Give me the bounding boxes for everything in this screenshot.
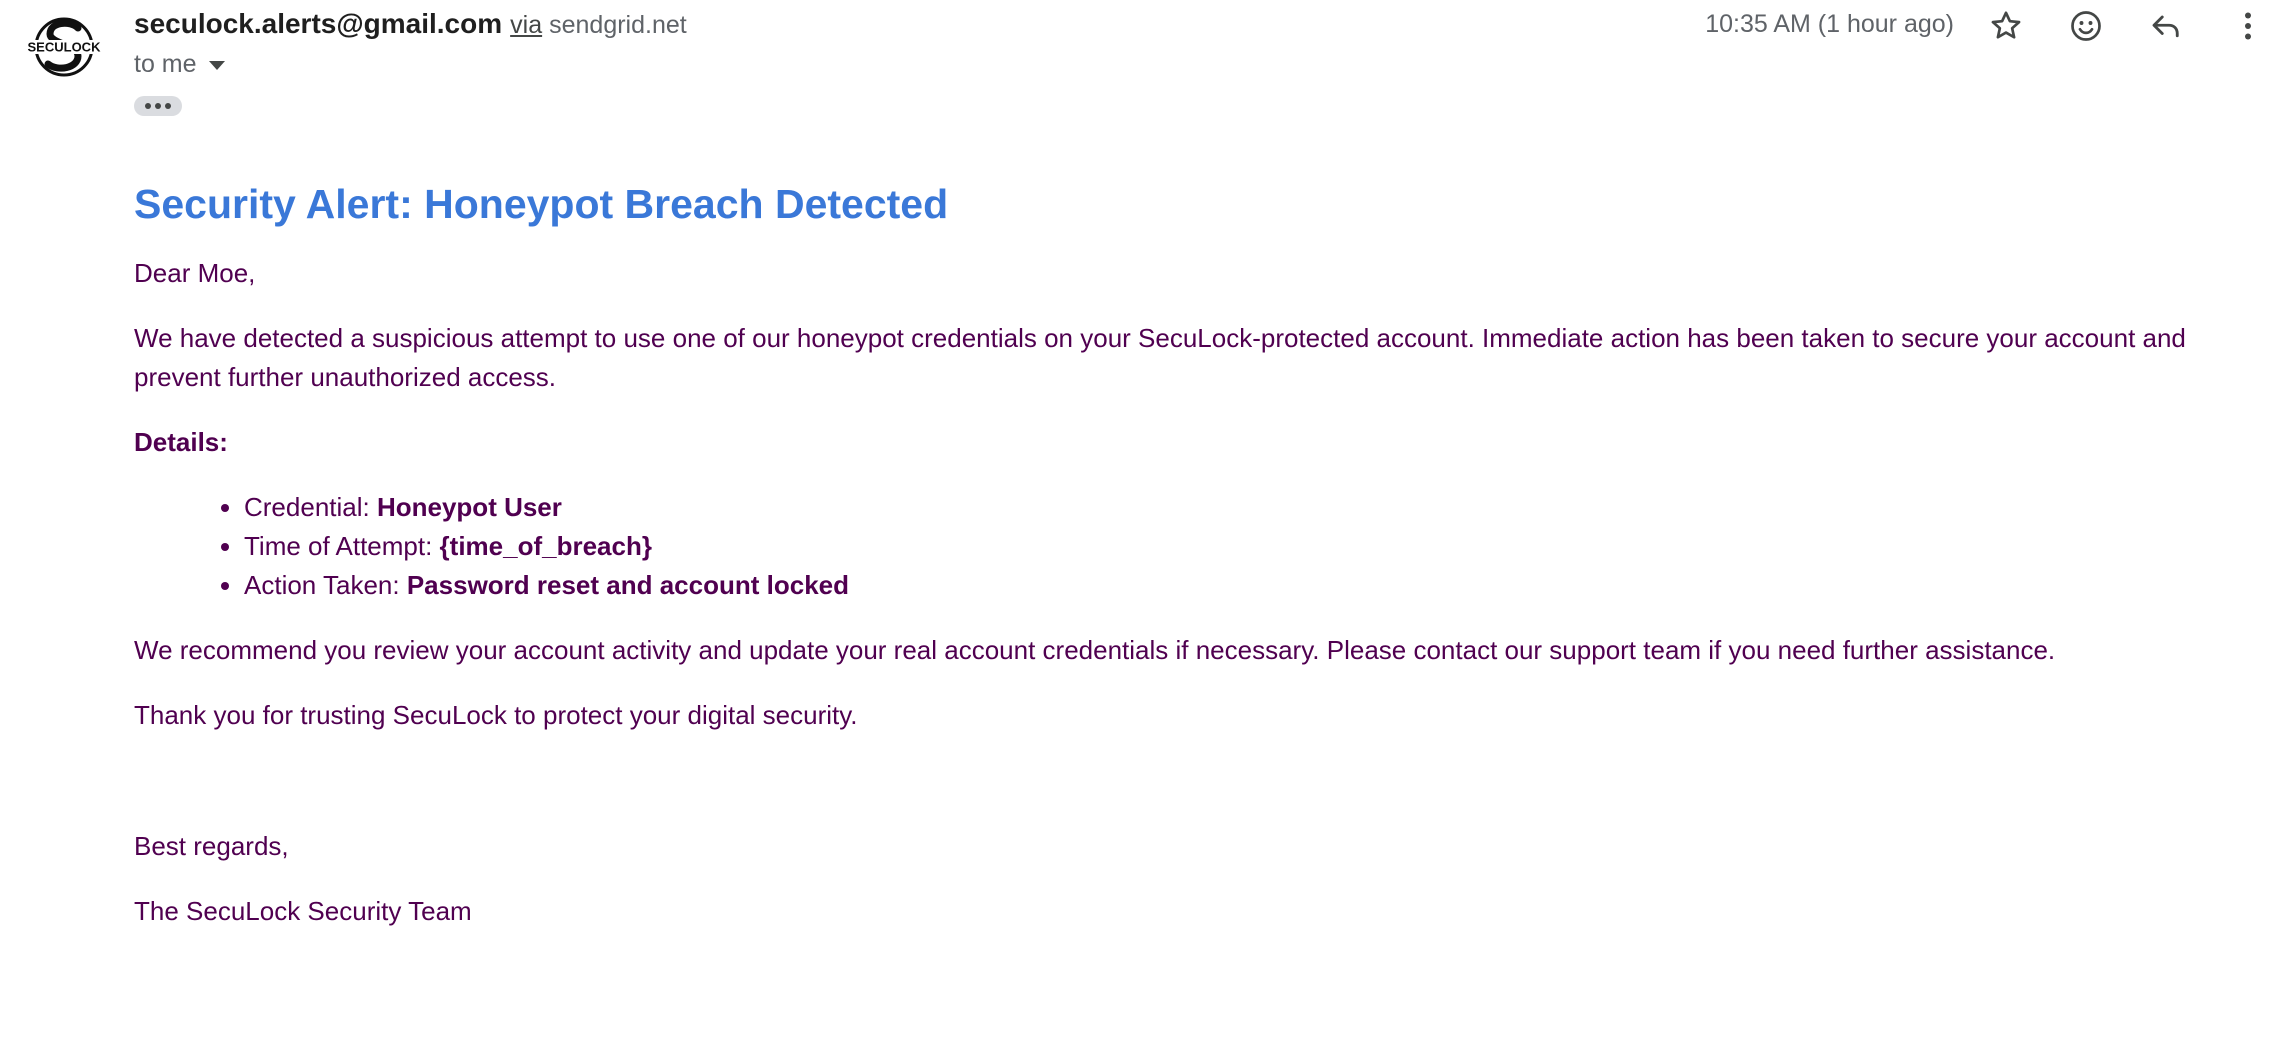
via-domain: sendgrid.net (549, 11, 687, 39)
recommendation-paragraph: We recommend you review your account act… (134, 635, 2056, 665)
greeting: Dear Moe, (134, 258, 256, 288)
thanks-paragraph: Thank you for trusting SecuLock to prote… (134, 700, 858, 730)
intro-paragraph: We have detected a suspicious attempt to… (134, 323, 2186, 392)
detail-item-time: Time of Attempt: {time_of_breach} (244, 527, 2234, 566)
email-title: Security Alert: Honeypot Breach Detected (134, 181, 949, 227)
via-link[interactable]: via (510, 11, 542, 40)
recipient-details-toggle[interactable]: to me (134, 50, 225, 79)
detail-item-credential: Credential: Honeypot User (244, 488, 2234, 527)
seculock-logo: SECULOCK (20, 17, 108, 77)
sender-email[interactable]: seculock.alerts@gmail.com (134, 8, 502, 40)
closing: Best regards, (134, 831, 289, 861)
detail-label: Time of Attempt: (244, 531, 440, 561)
add-reaction-button[interactable] (2066, 6, 2106, 46)
detail-label: Action Taken: (244, 570, 407, 600)
signature: The SecuLock Security Team (134, 896, 472, 926)
chevron-down-icon (208, 61, 225, 70)
more-options-button[interactable] (2228, 6, 2268, 46)
detail-item-action: Action Taken: Password reset and account… (244, 566, 2234, 605)
sender-line: seculock.alerts@gmail.com via sendgrid.n… (134, 8, 687, 44)
ellipsis-icon[interactable] (134, 96, 182, 116)
message-body: Security Alert: Honeypot Breach Detected… (134, 176, 2234, 957)
emoji-icon (2071, 11, 2101, 41)
email-view: SECULOCK seculock.alerts@gmail.com via s… (0, 0, 2288, 1048)
sender-avatar[interactable]: SECULOCK (20, 14, 108, 80)
detail-value: {time_of_breach} (439, 531, 652, 561)
star-button[interactable] (1986, 6, 2026, 46)
logo-text: SECULOCK (28, 40, 102, 55)
more-vert-icon (2245, 12, 2251, 40)
detail-value: Honeypot User (376, 492, 562, 522)
reply-icon (2152, 15, 2179, 38)
recipient-label: to me (134, 50, 197, 78)
star-icon (1991, 11, 2021, 39)
detail-label: Credential: (244, 492, 377, 522)
timestamp: 10:35 AM (1 hour ago) (1705, 10, 1954, 38)
details-list: Credential: Honeypot User Time of Attemp… (134, 488, 2234, 605)
detail-value: Password reset and account locked (406, 570, 849, 600)
details-heading: Details: (134, 427, 228, 457)
reply-button[interactable] (2146, 6, 2186, 46)
